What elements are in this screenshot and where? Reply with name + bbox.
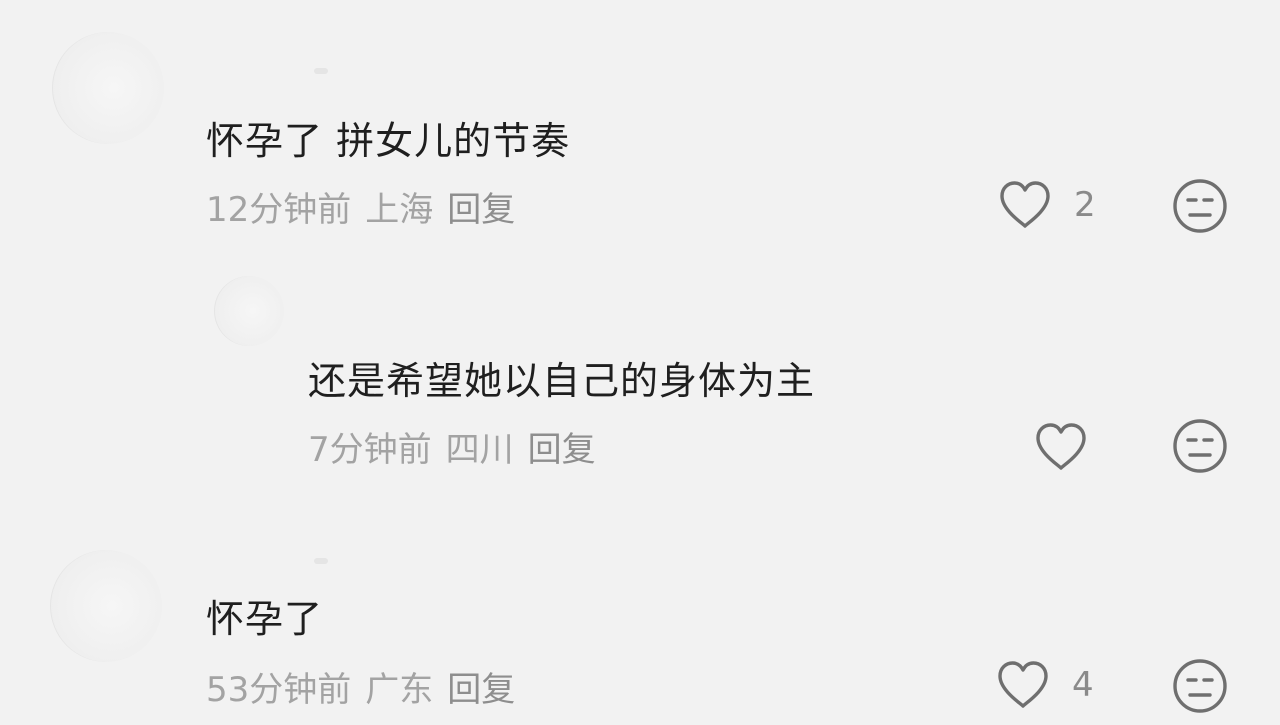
like-count: 2 <box>1074 185 1096 225</box>
reply-button[interactable]: 回复 <box>447 182 515 231</box>
avatar[interactable] <box>50 550 162 662</box>
comment-text: 怀孕了 <box>206 597 324 641</box>
comment-location: 四川 <box>445 430 514 470</box>
heart-outline-icon <box>998 661 1048 708</box>
comment-location: 上海 <box>365 190 434 230</box>
heart-outline-icon <box>1036 423 1086 470</box>
dislike-button[interactable] <box>1172 658 1228 714</box>
reply-button[interactable]: 回复 <box>528 422 596 471</box>
comment-time: 12分钟前 <box>206 190 352 230</box>
comment-text: 还是希望她以自己的身体为主 <box>308 359 816 403</box>
reply-item: 还是希望她以自己的身体为主 7分钟前 四川 回复 <box>0 250 1280 520</box>
heart-outline-icon <box>1000 181 1050 228</box>
neutral-face-icon <box>1173 659 1227 713</box>
neutral-face-icon <box>1173 179 1227 233</box>
comment-item: 怀孕了 53分钟前 广东 回复 4 <box>0 520 1280 725</box>
comment-text: 怀孕了 拼女儿的节奏 <box>206 119 571 163</box>
comment-time: 7分钟前 <box>308 430 432 470</box>
neutral-face-icon <box>1173 419 1227 473</box>
comment-meta: 12分钟前 上海 回复 <box>206 182 529 231</box>
like-button[interactable] <box>1034 422 1110 472</box>
comment-time: 53分钟前 <box>206 670 352 710</box>
avatar[interactable] <box>52 32 164 144</box>
avatar[interactable] <box>214 276 284 346</box>
username[interactable] <box>314 68 328 74</box>
username[interactable] <box>314 558 328 564</box>
comment-item: 怀孕了 拼女儿的节奏 12分钟前 上海 回复 2 <box>0 0 1280 250</box>
dislike-button[interactable] <box>1172 418 1228 474</box>
comment-meta: 53分钟前 广东 回复 <box>206 662 529 711</box>
like-count: 4 <box>1072 665 1094 705</box>
like-button[interactable]: 2 <box>998 180 1096 230</box>
comment-meta: 7分钟前 四川 回复 <box>308 422 610 471</box>
comment-location: 广东 <box>365 670 434 710</box>
reply-button[interactable]: 回复 <box>447 662 515 711</box>
like-button[interactable]: 4 <box>996 660 1094 710</box>
dislike-button[interactable] <box>1172 178 1228 234</box>
